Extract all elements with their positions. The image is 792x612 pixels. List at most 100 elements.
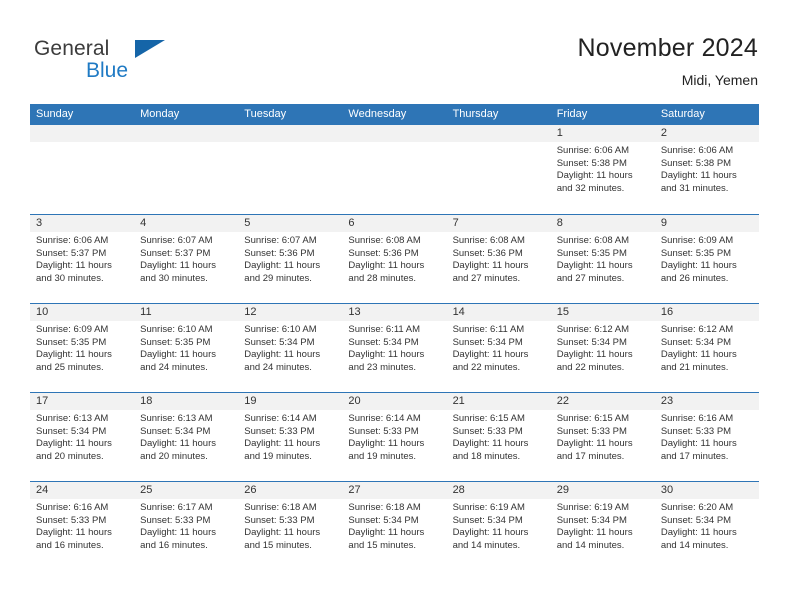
day-number: 28 (452, 484, 465, 496)
sunrise-text: Sunrise: 6:09 AM (36, 324, 109, 335)
day-cell[interactable]: 24 Sunrise: 6:16 AM Sunset: 5:33 PM Dayligh… (30, 482, 135, 570)
week-row: 24 Sunrise: 6:16 AM Sunset: 5:33 PM Dayligh… (30, 481, 759, 570)
day-number-band: 12 (238, 304, 343, 321)
day-cell[interactable]: 9 Sunrise: 6:09 AM Sunset: 5:35 PM Daylight… (654, 215, 759, 303)
day-cell[interactable]: 23 Sunrise: 6:16 AM Sunset: 5:33 PM Dayligh… (654, 393, 759, 481)
day-details: Sunrise: 6:07 AM Sunset: 5:36 PM Daylight:… (238, 232, 342, 285)
day-cell[interactable]: 19 Sunrise: 6:14 AM Sunset: 5:33 PM Dayligh… (238, 393, 343, 481)
sunset-text: Sunset: 5:37 PM (36, 247, 107, 259)
sunset-text: Sunset: 5:33 PM (348, 425, 419, 437)
sunrise-text: Sunrise: 6:11 AM (452, 324, 525, 335)
day-details: Sunrise: 6:08 AM Sunset: 5:35 PM Daylight:… (551, 232, 655, 285)
day-cell[interactable]: 3 Sunrise: 6:06 AM Sunset: 5:37 PM Daylight… (30, 215, 135, 303)
day-details: Sunrise: 6:18 AM Sunset: 5:34 PM Daylight:… (342, 499, 446, 552)
page-header: General Blue November 2024 Midi, Yemen (0, 0, 792, 100)
generalblue-logo[interactable]: General Blue (34, 38, 234, 88)
sunrise-text: Sunrise: 6:06 AM (36, 235, 109, 246)
sunset-text: Sunset: 5:35 PM (36, 336, 107, 348)
day-number: 29 (556, 484, 569, 496)
day-number: 4 (140, 217, 147, 229)
day-cell[interactable]: 15 Sunrise: 6:12 AM Sunset: 5:34 PM Dayligh… (550, 304, 655, 392)
sunset-text: Sunset: 5:34 PM (452, 514, 523, 526)
sunrise-text: Sunrise: 6:15 AM (556, 413, 630, 424)
day-number-band: 20 (342, 393, 447, 410)
day-details: Sunrise: 6:19 AM Sunset: 5:34 PM Daylight:… (551, 499, 655, 552)
day-number: 19 (244, 395, 257, 407)
day-cell[interactable]: 17 Sunrise: 6:13 AM Sunset: 5:34 PM Dayligh… (30, 393, 135, 481)
day-number-band: 28 (446, 482, 551, 499)
weekday-header-monday: Monday (140, 108, 180, 120)
sunrise-text: Sunrise: 6:09 AM (660, 235, 734, 246)
daylight-text: Daylight: 11 hours and 30 minutes. (140, 260, 217, 284)
day-cell[interactable]: 20 Sunrise: 6:14 AM Sunset: 5:33 PM Dayligh… (342, 393, 447, 481)
day-cell[interactable]: 25 Sunrise: 6:17 AM Sunset: 5:33 PM Dayligh… (134, 482, 239, 570)
day-cell[interactable]: 26 Sunrise: 6:18 AM Sunset: 5:33 PM Dayligh… (238, 482, 343, 570)
day-number: 9 (660, 217, 667, 229)
sunset-text: Sunset: 5:36 PM (452, 247, 523, 259)
sunset-text: Sunset: 5:34 PM (348, 514, 419, 526)
day-cell[interactable]: 8 Sunrise: 6:08 AM Sunset: 5:35 PM Daylight… (550, 215, 655, 303)
day-cell[interactable]: 10 Sunrise: 6:09 AM Sunset: 5:35 PM Dayligh… (30, 304, 135, 392)
daylight-text: Daylight: 11 hours and 23 minutes. (348, 349, 425, 373)
day-cell[interactable]: 1 Sunrise: 6:06 AM Sunset: 5:38 PM Daylight… (550, 125, 655, 214)
daylight-text: Daylight: 11 hours and 20 minutes. (36, 438, 112, 462)
day-details: Sunrise: 6:09 AM Sunset: 5:35 PM Daylight:… (655, 232, 759, 285)
daylight-text: Daylight: 11 hours and 21 minutes. (660, 349, 737, 373)
day-number-band (342, 125, 447, 142)
day-number-band: 22 (550, 393, 655, 410)
daylight-text: Daylight: 11 hours and 24 minutes. (140, 349, 217, 373)
day-cell[interactable]: 11 Sunrise: 6:10 AM Sunset: 5:35 PM Dayligh… (134, 304, 239, 392)
day-number-band: 18 (134, 393, 239, 410)
sunrise-text: Sunrise: 6:18 AM (348, 502, 421, 513)
day-cell[interactable]: 5 Sunrise: 6:07 AM Sunset: 5:36 PM Daylight… (238, 215, 343, 303)
day-number: 22 (556, 395, 569, 407)
day-number: 6 (348, 217, 355, 229)
day-number-band: 19 (238, 393, 343, 410)
daylight-text: Daylight: 11 hours and 14 minutes. (660, 527, 737, 551)
day-cell[interactable]: 13 Sunrise: 6:11 AM Sunset: 5:34 PM Dayligh… (342, 304, 447, 392)
day-details: Sunrise: 6:06 AM Sunset: 5:37 PM Daylight:… (30, 232, 134, 285)
week-row: 17 Sunrise: 6:13 AM Sunset: 5:34 PM Dayligh… (30, 392, 759, 481)
day-cell[interactable]: 29 Sunrise: 6:19 AM Sunset: 5:34 PM Dayligh… (550, 482, 655, 570)
day-number: 26 (244, 484, 257, 496)
sunset-text: Sunset: 5:36 PM (348, 247, 419, 259)
logo-triangle-icon (135, 40, 165, 58)
day-cell[interactable]: 4 Sunrise: 6:07 AM Sunset: 5:37 PM Daylight… (134, 215, 239, 303)
day-number: 15 (556, 306, 569, 318)
day-cell[interactable]: 14 Sunrise: 6:11 AM Sunset: 5:34 PM Dayligh… (446, 304, 551, 392)
sunrise-text: Sunrise: 6:12 AM (556, 324, 630, 335)
day-cell[interactable]: 27 Sunrise: 6:18 AM Sunset: 5:34 PM Dayligh… (342, 482, 447, 570)
day-details: Sunrise: 6:10 AM Sunset: 5:35 PM Daylight:… (134, 321, 238, 374)
daylight-text: Daylight: 11 hours and 17 minutes. (556, 438, 633, 462)
day-cell[interactable]: 16 Sunrise: 6:12 AM Sunset: 5:34 PM Dayligh… (654, 304, 759, 392)
day-cell[interactable]: 22 Sunrise: 6:15 AM Sunset: 5:33 PM Dayligh… (550, 393, 655, 481)
day-cell[interactable]: 7 Sunrise: 6:08 AM Sunset: 5:36 PM Daylight… (446, 215, 551, 303)
sunset-text: Sunset: 5:38 PM (660, 157, 732, 169)
day-number-band: 29 (550, 482, 655, 499)
sunrise-text: Sunrise: 6:17 AM (140, 502, 213, 513)
day-cell[interactable]: 12 Sunrise: 6:10 AM Sunset: 5:34 PM Dayligh… (238, 304, 343, 392)
day-number: 18 (140, 395, 153, 407)
daylight-text: Daylight: 11 hours and 14 minutes. (452, 527, 529, 551)
daylight-text: Daylight: 11 hours and 31 minutes. (660, 170, 737, 194)
day-cell[interactable]: 28 Sunrise: 6:19 AM Sunset: 5:34 PM Dayligh… (446, 482, 551, 570)
day-cell[interactable]: 18 Sunrise: 6:13 AM Sunset: 5:34 PM Dayligh… (134, 393, 239, 481)
day-details: Sunrise: 6:08 AM Sunset: 5:36 PM Daylight:… (447, 232, 551, 285)
day-cell[interactable]: 6 Sunrise: 6:08 AM Sunset: 5:36 PM Daylight… (342, 215, 447, 303)
location-label: Midi, Yemen (681, 72, 758, 88)
day-cell[interactable]: 21 Sunrise: 6:15 AM Sunset: 5:33 PM Dayligh… (446, 393, 551, 481)
day-cell[interactable]: 2 Sunrise: 6:06 AM Sunset: 5:38 PM Daylight… (654, 125, 759, 214)
sunset-text: Sunset: 5:38 PM (556, 157, 627, 169)
day-number-band: 5 (238, 215, 343, 232)
sunrise-text: Sunrise: 6:14 AM (244, 413, 317, 424)
day-number: 24 (36, 484, 49, 496)
logo-text-general: General (34, 37, 110, 60)
day-details: Sunrise: 6:19 AM Sunset: 5:34 PM Daylight:… (447, 499, 551, 552)
day-number: 2 (660, 127, 667, 139)
day-details: Sunrise: 6:16 AM Sunset: 5:33 PM Daylight:… (30, 499, 134, 552)
day-cell[interactable]: 30 Sunrise: 6:20 AM Sunset: 5:34 PM Dayligh… (654, 482, 759, 570)
day-details: Sunrise: 6:14 AM Sunset: 5:33 PM Daylight:… (238, 410, 342, 463)
sunrise-text: Sunrise: 6:07 AM (140, 235, 213, 246)
sunrise-text: Sunrise: 6:13 AM (36, 413, 109, 424)
day-details: Sunrise: 6:09 AM Sunset: 5:35 PM Daylight:… (30, 321, 134, 374)
